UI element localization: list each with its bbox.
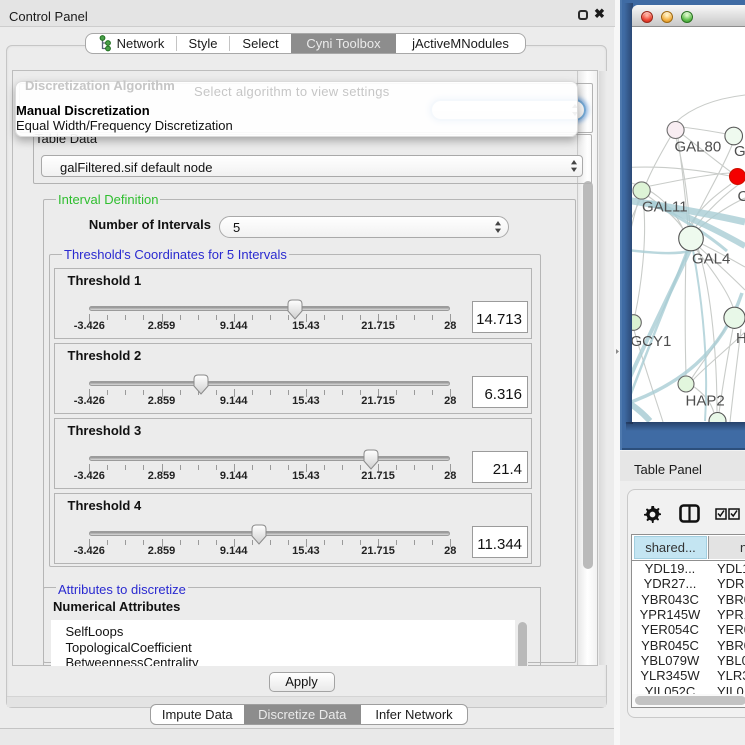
svg-text:GCY1: GCY1 xyxy=(632,333,671,350)
svg-text:H: H xyxy=(736,330,745,347)
svg-text:HAP2: HAP2 xyxy=(686,393,725,410)
svg-text:C: C xyxy=(738,188,745,205)
svg-text:GAL80: GAL80 xyxy=(675,139,722,156)
svg-text:GA: GA xyxy=(734,143,745,160)
svg-text:GAL11: GAL11 xyxy=(642,199,688,216)
svg-text:GAL4: GAL4 xyxy=(692,251,730,268)
